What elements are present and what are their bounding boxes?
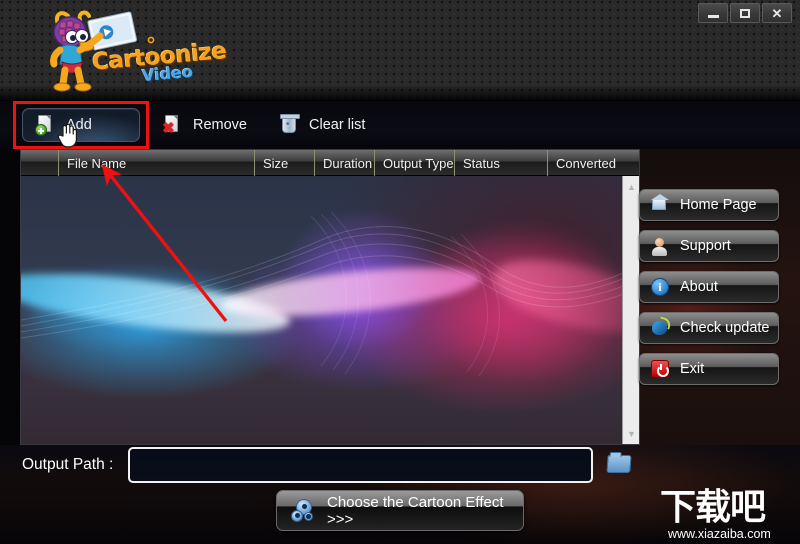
maximize-button[interactable] xyxy=(730,3,760,23)
browse-folder-button[interactable] xyxy=(606,452,633,476)
home-page-button-label: Home Page xyxy=(680,197,757,213)
column-header-converted[interactable]: Converted xyxy=(548,150,617,176)
column-header-status[interactable]: Status xyxy=(455,150,548,176)
column-header-output-type[interactable]: Output Type xyxy=(375,150,455,176)
minimize-icon xyxy=(707,14,719,18)
info-icon: i xyxy=(650,277,670,297)
column-header-duration[interactable]: Duration xyxy=(315,150,375,176)
house-icon xyxy=(650,194,670,215)
clear-list-button-label: Clear list xyxy=(309,117,366,133)
remove-button[interactable]: ✖ Remove xyxy=(150,108,254,142)
watermark-text: 下载吧 xyxy=(660,487,766,528)
mouse-cursor-hand xyxy=(57,123,77,148)
home-page-button[interactable]: Home Page xyxy=(639,189,779,221)
clear-list-button[interactable]: Clear list xyxy=(266,108,378,142)
scroll-up-arrow-icon[interactable]: ▲ xyxy=(623,178,640,195)
about-button[interactable]: i About xyxy=(639,271,779,303)
close-button[interactable]: ✕ xyxy=(762,3,792,23)
application-window: ✕ Cartoonize Video Add ✖ Remove • Clear … xyxy=(0,0,800,544)
app-logo: Cartoonize Video xyxy=(34,6,227,94)
column-header-size[interactable]: Size xyxy=(255,150,315,176)
side-panel: Home Page Support i About Check update E… xyxy=(639,149,800,445)
output-path-label: Output Path : xyxy=(22,456,114,473)
close-icon: ✕ xyxy=(771,5,783,21)
globe-icon xyxy=(650,318,670,338)
exit-button[interactable]: Exit xyxy=(639,353,779,385)
add-file-icon xyxy=(35,114,57,136)
background-wave-lines xyxy=(21,211,639,377)
power-icon xyxy=(650,359,670,379)
file-list-body[interactable] xyxy=(21,176,639,444)
person-icon xyxy=(650,236,670,256)
minimize-button[interactable] xyxy=(698,3,728,23)
file-list-scrollbar[interactable]: ▲ ▼ xyxy=(622,176,639,444)
watermark-url: www.xiazaiba.com xyxy=(668,527,771,541)
exit-button-label: Exit xyxy=(680,361,705,377)
check-update-button[interactable]: Check update xyxy=(639,312,779,344)
remove-button-label: Remove xyxy=(193,117,247,133)
choose-cartoon-effect-button[interactable]: Choose the Cartoon Effect >>> xyxy=(276,490,524,531)
remove-file-icon: ✖ xyxy=(162,114,184,136)
output-path-input[interactable] xyxy=(128,447,593,483)
maximize-icon xyxy=(740,8,750,18)
check-update-button-label: Check update xyxy=(680,320,770,336)
gears-icon xyxy=(291,498,315,523)
column-header-select[interactable] xyxy=(21,150,59,176)
window-controls: ✕ xyxy=(698,3,792,23)
support-button[interactable]: Support xyxy=(639,230,779,262)
recycle-bin-icon xyxy=(278,114,300,136)
watermark: 下载吧 www.xiazaiba.com xyxy=(660,487,800,544)
choose-cartoon-effect-label: Choose the Cartoon Effect >>> xyxy=(327,493,504,528)
support-button-label: Support xyxy=(680,238,731,254)
file-list-header: File Name Size Duration Output Type Stat… xyxy=(21,150,639,176)
add-button[interactable]: Add xyxy=(22,108,140,142)
scroll-down-arrow-icon[interactable]: ▼ xyxy=(623,425,640,442)
file-list-panel: File Name Size Duration Output Type Stat… xyxy=(20,149,640,445)
folder-icon xyxy=(606,455,632,473)
toolbar: Add ✖ Remove Clear list xyxy=(0,101,800,149)
about-button-label: About xyxy=(680,279,718,295)
column-header-file-name[interactable]: File Name xyxy=(59,150,255,176)
